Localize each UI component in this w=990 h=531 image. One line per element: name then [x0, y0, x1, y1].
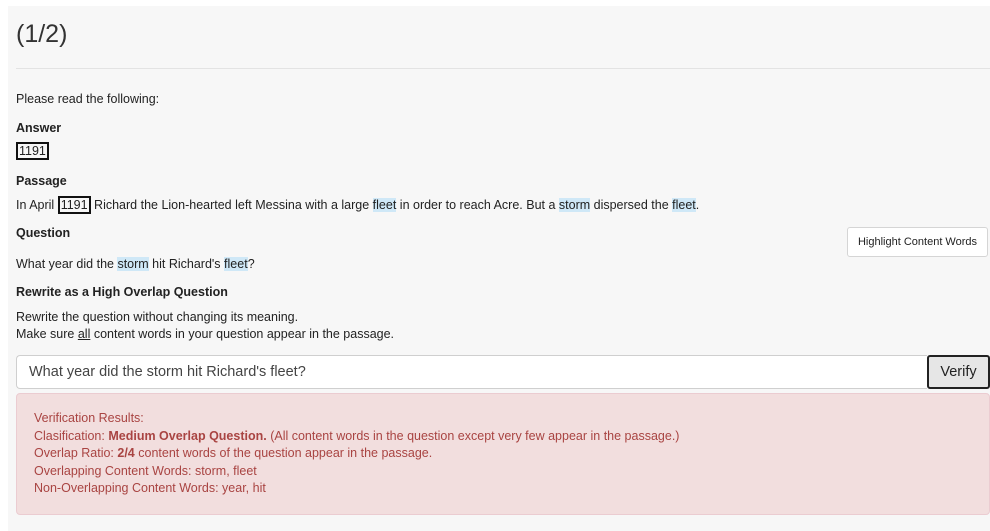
passage-text: In April 1191 Richard the Lion-hearted l…	[16, 196, 700, 214]
text-segment: In April	[16, 198, 58, 212]
passage-heading: Passage	[16, 174, 67, 188]
text-segment: What year did the	[16, 257, 118, 271]
question-text: What year did the storm hit Richard's fl…	[16, 257, 255, 271]
text-segment: ?	[247, 257, 255, 271]
highlighted-word: storm	[558, 198, 591, 212]
task-panel: (1/2) Please read the following: Answer …	[8, 6, 990, 531]
rewrite-instruction-1: Rewrite the question without changing it…	[16, 310, 299, 324]
intro-text: Please read the following:	[16, 92, 160, 106]
highlighted-word: fleet	[372, 198, 397, 212]
text-segment: Make sure	[16, 327, 78, 341]
text-segment: .	[695, 198, 700, 212]
answer-heading: Answer	[16, 121, 62, 135]
text-segment: Richard the Lion-hearted left Messina wi…	[90, 198, 373, 212]
classification-value: Medium Overlap Question.	[108, 428, 267, 443]
text-segment: in order to reach Acre. But a	[396, 198, 559, 212]
overlap-ratio-value: 2/4	[117, 446, 135, 460]
answer-value-line: 1191	[16, 142, 49, 160]
text-segment: dispersed the	[590, 198, 673, 212]
non-overlapping-words: Non-Overlapping Content Words: year, hit	[34, 481, 266, 495]
rewrite-question-input[interactable]	[16, 355, 927, 389]
divider	[16, 68, 990, 69]
verification-results: Verification Results: Clasification: Med…	[16, 393, 990, 515]
overlapping-words: Overlapping Content Words: storm, fleet	[34, 463, 257, 478]
classification-line: Clasification: Medium Overlap Question. …	[34, 428, 680, 443]
step-counter: (1/2)	[16, 20, 68, 48]
answer-value: 1191	[16, 142, 49, 160]
overlap-ratio-line: Overlap Ratio: 2/4 content words of the …	[34, 446, 433, 460]
answer-mark: 1191	[57, 196, 91, 214]
verification-title: Verification Results:	[34, 411, 144, 425]
highlight-content-words-button[interactable]: Highlight Content Words	[847, 227, 988, 257]
highlighted-word: fleet	[224, 257, 248, 271]
highlighted-word: fleet	[672, 198, 696, 212]
highlighted-word: storm	[117, 257, 149, 271]
question-heading: Question	[16, 226, 71, 240]
text-segment: content words in your question appear in…	[90, 327, 395, 341]
verify-button[interactable]: Verify	[927, 355, 990, 389]
text-segment: hit Richard's	[148, 257, 225, 271]
rewrite-instruction-2: Make sure all content words in your ques…	[16, 327, 394, 341]
emphasis-word: all	[77, 327, 91, 341]
rewrite-heading: Rewrite as a High Overlap Question	[16, 285, 228, 299]
